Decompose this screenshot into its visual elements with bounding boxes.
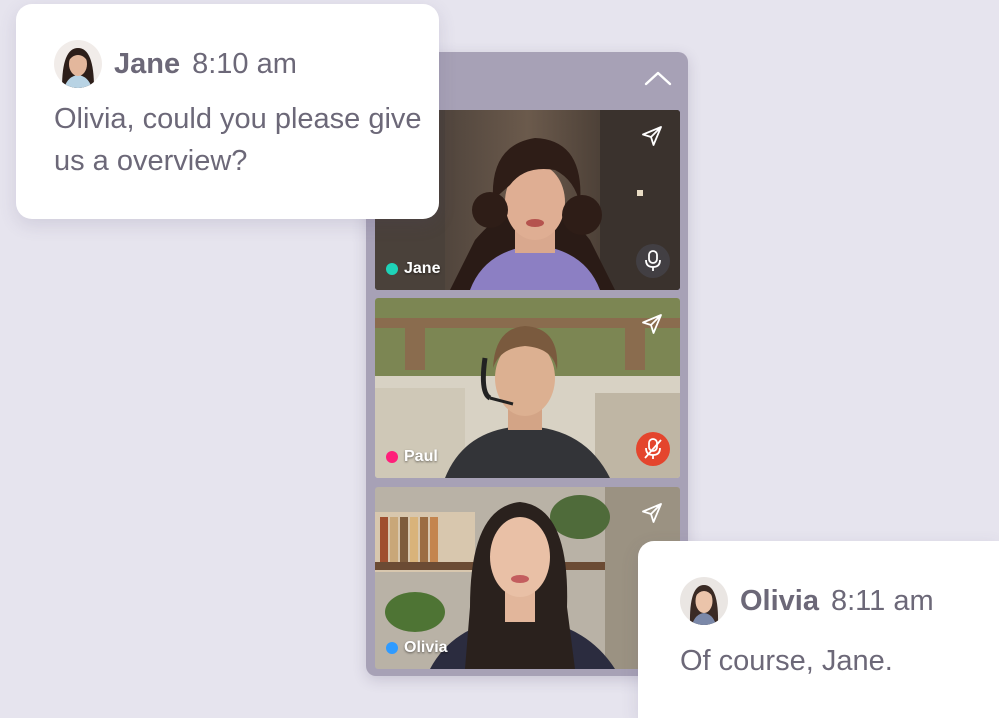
status-dot: [386, 451, 398, 463]
avatar: [54, 40, 102, 88]
status-dot: [386, 642, 398, 654]
message-text: Of course, Jane.: [680, 645, 893, 677]
microphone-off-icon: [644, 438, 662, 459]
microphone-status[interactable]: [636, 244, 670, 278]
send-icon: [642, 503, 662, 523]
microphone-icon: [645, 250, 661, 271]
participant-name-tag: Paul: [386, 448, 438, 466]
video-tile-paul[interactable]: Paul: [375, 298, 680, 478]
send-icon: [642, 314, 662, 334]
message-header: Olivia 8:11 am: [680, 577, 934, 625]
microphone-muted-status[interactable]: [636, 432, 670, 466]
participant-name-tag: Olivia: [386, 639, 448, 657]
chevron-up-icon: [644, 71, 672, 86]
message-time: 8:10 am: [192, 47, 297, 80]
send-icon: [642, 126, 662, 146]
send-button[interactable]: [638, 122, 666, 150]
participant-name: Olivia: [404, 639, 448, 656]
sender-name: Olivia: [740, 584, 819, 617]
message-header: Jane 8:10 am: [54, 40, 297, 88]
sender-name: Jane: [114, 47, 181, 80]
status-dot: [386, 263, 398, 275]
chat-message-bubble: Olivia 8:11 am Of course, Jane.: [638, 541, 999, 718]
video-tile-olivia[interactable]: Olivia: [375, 487, 680, 669]
avatar: [680, 577, 728, 625]
message-time: 8:11 am: [831, 584, 934, 617]
participant-name: Paul: [404, 448, 438, 465]
participant-name-tag: Jane: [386, 260, 440, 278]
chat-message-bubble: Jane 8:10 am Olivia, could you please gi…: [16, 4, 439, 219]
send-button[interactable]: [638, 499, 666, 527]
send-button[interactable]: [638, 310, 666, 338]
collapse-button[interactable]: [642, 66, 674, 90]
message-text: Olivia, could you please give us a overv…: [54, 103, 422, 177]
participant-name: Jane: [404, 260, 441, 277]
